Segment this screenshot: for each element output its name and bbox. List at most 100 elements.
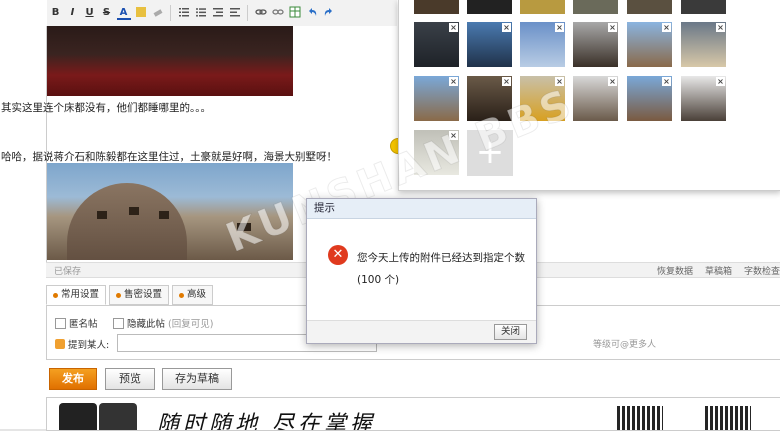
tab-common-settings[interactable]: 常用设置 [46,285,107,305]
dialog-footer: 关闭 [307,320,536,343]
remove-attachment-icon[interactable]: × [662,77,671,86]
attachment-thumbnail[interactable]: × [573,22,618,67]
settings-tabs: 常用设置 售密设置 高级 [46,285,214,305]
banner-slogan: 随时随地 尽在掌握 [157,412,376,431]
remove-attachment-icon[interactable]: × [608,23,617,32]
underline-button[interactable]: U [83,6,97,20]
remove-attachment-icon[interactable]: × [662,23,671,32]
attachment-thumbnail[interactable] [627,0,672,14]
anonymous-checkbox[interactable] [55,317,66,329]
embedded-photo-building [47,163,293,260]
post-text-line: 哈哈，据说蒋介石和陈毅都在这里住过，土豪就是好啊，海景大别墅呀！ [1,151,337,163]
remove-attachment-icon[interactable]: × [555,77,564,86]
phone-image [59,403,97,430]
tab-bullet-icon [53,292,58,298]
remove-attachment-icon[interactable]: × [716,23,725,32]
undo-icon[interactable] [305,6,319,20]
add-image-button[interactable]: + [467,130,513,176]
indent-icon[interactable] [228,6,242,20]
hide-post-option[interactable]: 隐藏此帖 (回复可见) [113,316,213,330]
remove-attachment-icon[interactable]: × [449,131,458,140]
error-icon: ✕ [328,245,348,265]
attachment-thumbnail[interactable]: × [414,22,459,67]
font-color-button[interactable]: A [116,7,131,20]
remove-attachment-icon[interactable]: × [608,77,617,86]
outdent-icon[interactable] [211,6,225,20]
window-shape [97,211,107,219]
publish-button[interactable]: 发布 [49,368,97,390]
tab-label: 售密设置 [124,289,163,300]
eraser-icon[interactable] [151,6,165,20]
attachment-thumbnail[interactable]: × [627,22,672,67]
dialog-message: 您今天上传的附件已经达到指定个数(100 个) [357,252,525,286]
attachment-thumbnail[interactable]: × [681,76,726,121]
ordered-list-icon[interactable] [177,6,191,20]
remove-attachment-icon[interactable]: × [502,77,511,86]
building-shape [67,183,187,260]
embedded-photo-room [47,26,293,96]
attachment-thumbnail[interactable] [573,0,618,14]
image-upload-panel: × × × × × × × × × × × × × + [398,0,780,191]
window-shape [129,207,139,215]
tab-label: 常用设置 [61,289,100,300]
anonymous-option[interactable]: 匿名帖 [55,316,98,330]
bold-button[interactable]: B [49,6,63,20]
tab-sale-settings[interactable]: 售密设置 [109,285,170,305]
close-button[interactable]: 关闭 [494,324,527,340]
hide-post-hint: (回复可见) [168,319,214,330]
qr-code-image [705,406,751,430]
attachment-thumbnail[interactable]: × [573,76,618,121]
remove-attachment-icon[interactable]: × [716,77,725,86]
strikethrough-button[interactable]: S [100,6,114,20]
alert-dialog: 提示 ✕ 您今天上传的附件已经达到指定个数(100 个) 关闭 [306,198,537,344]
italic-button[interactable]: I [66,6,80,20]
attachment-thumbnail[interactable] [467,0,512,14]
link-icon[interactable] [254,6,268,20]
toolbar-divider [247,5,248,21]
remove-attachment-icon[interactable]: × [449,23,458,32]
remove-attachment-icon[interactable]: × [502,23,511,32]
save-draft-button[interactable]: 存为草稿 [162,368,232,390]
attachment-thumbnail[interactable] [520,0,565,14]
saved-status: 已保存 [54,267,82,277]
restore-data-link[interactable]: 恢复数据 [657,264,693,277]
drafts-link[interactable]: 草稿箱 [705,264,732,277]
mention-row: 提到某人: [55,337,109,351]
window-shape [237,223,251,231]
attachment-thumbnail[interactable]: × [414,76,459,121]
remove-attachment-icon[interactable]: × [449,77,458,86]
attachment-thumbnail[interactable]: × [467,76,512,121]
attachment-thumbnail[interactable]: × [681,22,726,67]
word-count-link[interactable]: 字数检查 [744,264,780,277]
mobile-app-banner[interactable]: 随时随地 尽在掌握 [46,397,780,431]
attachment-thumbnail[interactable]: × [414,130,459,175]
window-shape [159,211,169,219]
attachment-thumbnail[interactable]: × [467,22,512,67]
attachment-thumbnail[interactable] [414,0,459,14]
preview-button[interactable]: 预览 [105,368,155,390]
editor-toolbar: B I U S A 表情 [47,0,437,27]
phone-image [99,403,137,430]
tab-advanced[interactable]: 高级 [172,285,214,305]
tab-bullet-icon [179,292,185,298]
remove-attachment-icon[interactable]: × [555,23,564,32]
hide-post-checkbox[interactable] [113,317,124,329]
mention-tip: 等级可@更多人 [593,340,657,350]
attachment-thumbnail[interactable]: × [520,76,565,121]
unlink-icon[interactable] [271,6,285,20]
mention-label: 提到某人: [68,340,110,351]
redo-icon[interactable] [322,6,336,20]
qr-code-image [617,406,663,430]
attachment-thumbnail[interactable]: × [627,76,672,121]
toolbar-divider [170,5,171,21]
background-color-icon[interactable] [134,6,148,20]
attachment-thumbnail[interactable]: × [520,22,565,67]
attachment-thumbnail[interactable] [681,0,726,14]
dialog-title: 提示 [307,199,536,219]
table-icon[interactable] [288,6,302,20]
anonymous-label: 匿名帖 [69,319,98,330]
tab-label: 高级 [187,289,207,300]
post-text-line: 其实这里连个床都没有，他们都睡哪里的。。。 [1,102,211,114]
tab-bullet-icon [116,292,122,298]
unordered-list-icon[interactable] [194,6,208,20]
